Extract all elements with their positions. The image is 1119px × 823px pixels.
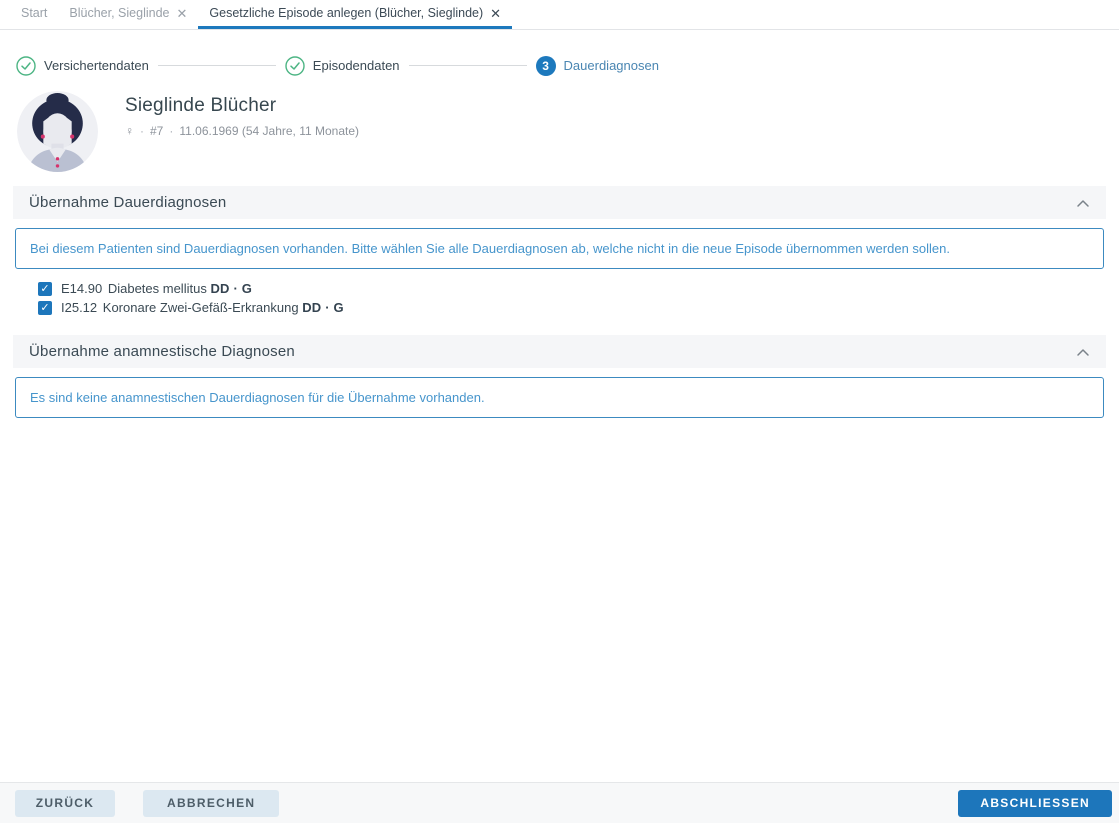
- step-versichertendaten[interactable]: Versichertendaten: [16, 55, 149, 76]
- diagnosis-row: ✓ I25.12 Koronare Zwei-Gefäß-Erkrankung …: [38, 298, 1119, 317]
- info-message-anamnestische: Es sind keine anamnestischen Dauerdiagno…: [15, 377, 1104, 418]
- diagnosis-label: E14.90 Diabetes mellitus DD · G: [61, 281, 252, 296]
- diagnosis-code: I25.12: [61, 300, 98, 315]
- diagnosis-name: Diabetes mellitus: [107, 281, 207, 296]
- wizard-stepper: Versichertendaten Episodendaten 3 Dauerd…: [0, 30, 1119, 76]
- tab-label: Start: [21, 6, 48, 20]
- patient-header: Sieglinde Blücher ♀ · #7 · 11.06.1969 (5…: [0, 76, 1119, 172]
- step-label: Episodendaten: [312, 58, 400, 73]
- diagnosis-label: I25.12 Koronare Zwei-Gefäß-Erkrankung DD…: [61, 300, 344, 315]
- step-label: Dauerdiagnosen: [563, 58, 659, 73]
- tab-start[interactable]: Start: [10, 0, 58, 29]
- diagnosis-checkbox[interactable]: ✓: [38, 300, 52, 315]
- tab-patient[interactable]: Blücher, Sieglinde ✕: [58, 0, 198, 29]
- patient-info: Sieglinde Blücher ♀ · #7 · 11.06.1969 (5…: [98, 91, 359, 138]
- patient-birth-info: 11.06.1969 (54 Jahre, 11 Monate): [179, 124, 360, 138]
- meta-separator: ·: [169, 124, 174, 138]
- check-circle-icon: [16, 55, 36, 76]
- patient-avatar-illustration: [17, 91, 98, 172]
- diagnosis-badge: DD · G: [302, 300, 344, 315]
- tab-label: Blücher, Sieglinde: [69, 6, 170, 20]
- section-title: Übernahme Dauerdiagnosen: [29, 194, 227, 211]
- patient-meta: ♀ · #7 · 11.06.1969 (54 Jahre, 11 Monate…: [125, 124, 359, 138]
- meta-separator: ·: [140, 124, 144, 138]
- diagnosis-list: ✓ E14.90 Diabetes mellitus DD · G ✓ I25.…: [38, 279, 1119, 317]
- gender-female-icon: ♀: [125, 124, 134, 138]
- tab-episode-anlegen[interactable]: Gesetzliche Episode anlegen (Blücher, Si…: [198, 0, 513, 29]
- section-header-anamnestische-diagnosen[interactable]: Übernahme anamnestische Diagnosen: [13, 335, 1106, 368]
- back-button[interactable]: ZURÜCK: [15, 789, 115, 817]
- patient-name: Sieglinde Blücher: [125, 95, 277, 116]
- step-label: Versichertendaten: [44, 58, 149, 73]
- close-icon[interactable]: ✕: [176, 7, 187, 20]
- chevron-up-icon[interactable]: [1076, 347, 1090, 357]
- finish-button[interactable]: ABSCHLIESSEN: [958, 789, 1112, 817]
- avatar: [17, 91, 98, 172]
- section-title: Übernahme anamnestische Diagnosen: [29, 343, 295, 360]
- diagnosis-code: E14.90: [61, 281, 103, 296]
- diagnosis-row: ✓ E14.90 Diabetes mellitus DD · G: [38, 279, 1119, 298]
- stepper-connector: [408, 65, 527, 66]
- tab-bar: Start Blücher, Sieglinde ✕ Gesetzliche E…: [0, 0, 1119, 30]
- step-episodendaten[interactable]: Episodendaten: [285, 55, 400, 76]
- section-header-dauerdiagnosen[interactable]: Übernahme Dauerdiagnosen: [13, 186, 1106, 219]
- check-circle-icon: [285, 55, 305, 76]
- footer-action-bar: ZURÜCK ABBRECHEN ABSCHLIESSEN: [0, 782, 1119, 823]
- patient-number: #7: [150, 124, 164, 138]
- stepper-connector: [157, 65, 276, 66]
- info-message-dauerdiagnosen: Bei diesem Patienten sind Dauerdiagnosen…: [15, 228, 1104, 269]
- diagnosis-name: Koronare Zwei-Gefäß-Erkrankung: [102, 300, 299, 315]
- close-icon[interactable]: ✕: [490, 7, 501, 20]
- chevron-up-icon[interactable]: [1076, 198, 1090, 208]
- diagnosis-checkbox[interactable]: ✓: [38, 281, 52, 296]
- tab-label: Gesetzliche Episode anlegen (Blücher, Si…: [209, 6, 484, 20]
- step-dauerdiagnosen[interactable]: 3 Dauerdiagnosen: [535, 55, 659, 76]
- diagnosis-badge: DD · G: [210, 281, 253, 296]
- cancel-button[interactable]: ABBRECHEN: [143, 789, 280, 817]
- step-number-badge: 3: [535, 55, 556, 76]
